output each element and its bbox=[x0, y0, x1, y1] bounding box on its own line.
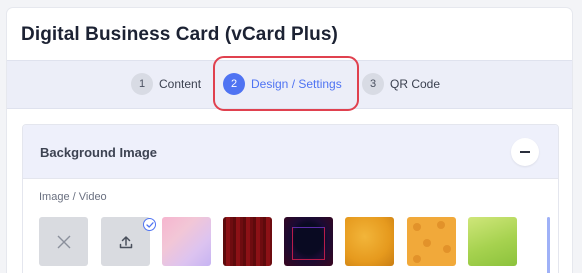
step-qr-code[interactable]: 3 QR Code bbox=[362, 73, 440, 95]
annotation-highlight bbox=[213, 56, 359, 111]
thumbnail-gold-texture[interactable] bbox=[345, 217, 394, 266]
thumbnail-paw-pattern[interactable] bbox=[407, 217, 456, 266]
paw-print bbox=[437, 221, 445, 229]
panel-header[interactable]: Background Image bbox=[23, 125, 558, 179]
minus-icon bbox=[520, 151, 530, 153]
panel-title: Background Image bbox=[40, 145, 158, 160]
thumbnail-red-curtain[interactable] bbox=[223, 217, 272, 266]
no-background-option[interactable] bbox=[39, 217, 88, 266]
paw-print bbox=[413, 255, 421, 263]
paw-print bbox=[443, 245, 451, 253]
selected-check-icon bbox=[143, 218, 156, 231]
field-label: Image / Video bbox=[39, 191, 107, 203]
step-number: 3 bbox=[362, 73, 384, 95]
background-image-panel: Background Image Image / Video bbox=[22, 124, 559, 273]
thumbnail-dark-stage[interactable] bbox=[284, 217, 333, 266]
thumbnail-pink-gradient[interactable] bbox=[162, 217, 211, 266]
step-content[interactable]: 1 Content bbox=[131, 73, 201, 95]
thumbnail-green-watercolor[interactable] bbox=[468, 217, 517, 266]
paw-print bbox=[423, 239, 431, 247]
thumbnail-scrollbar[interactable] bbox=[547, 217, 550, 273]
page-title: Digital Business Card (vCard Plus) bbox=[21, 24, 338, 45]
upload-icon bbox=[119, 235, 132, 248]
close-icon bbox=[57, 235, 70, 248]
step-label: Content bbox=[159, 77, 202, 91]
check-icon bbox=[145, 221, 154, 228]
vcard-editor-card: Digital Business Card (vCard Plus) 1 Con… bbox=[7, 8, 572, 273]
step-number: 1 bbox=[131, 73, 153, 95]
step-label: QR Code bbox=[390, 77, 441, 91]
paw-print bbox=[413, 223, 421, 231]
collapse-button[interactable] bbox=[511, 138, 539, 166]
